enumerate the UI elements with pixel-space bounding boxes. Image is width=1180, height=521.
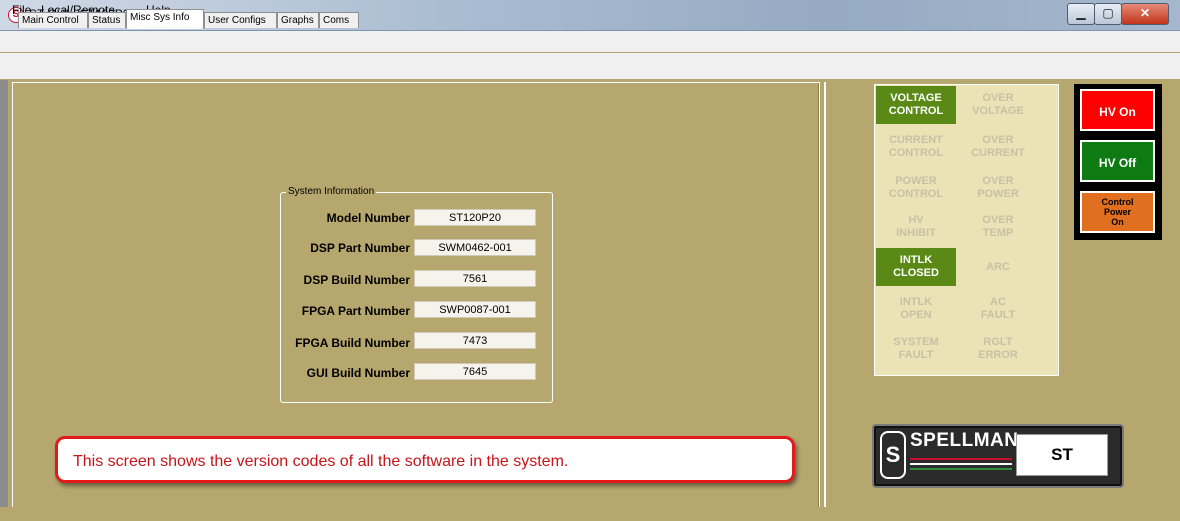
indicator-current-control: CURRENT CONTROL: [888, 134, 944, 159]
hv-on-button[interactable]: HV On: [1080, 89, 1155, 131]
indicator-voltage-control: VOLTAGE CONTROL: [876, 86, 956, 124]
indicator-over-temp: OVER TEMP: [982, 214, 1014, 239]
close-button[interactable]: ✕: [1121, 3, 1169, 25]
menu-bar: [0, 31, 1180, 52]
logo-model: ST: [1016, 434, 1108, 476]
indicator-hv-inhibit: HV INHIBIT: [896, 214, 936, 239]
model-number-value: ST120P20: [414, 209, 536, 226]
tab-coms[interactable]: Coms: [319, 12, 359, 28]
dsp-build-number-value: 7561: [414, 270, 536, 287]
indicator-over-current: OVER CURRENT: [971, 134, 1025, 159]
model-number-label: Model Number: [326, 211, 410, 225]
callout-text: This screen shows the version codes of a…: [73, 453, 569, 470]
panel-divider: [824, 82, 826, 514]
indicator-rglt-error: RGLT ERROR: [978, 336, 1018, 361]
indicator-system-fault: SYSTEM FAULT: [893, 336, 939, 361]
control-power-button[interactable]: Control Power On: [1080, 191, 1155, 233]
fpga-part-number-label: FPGA Part Number: [301, 304, 410, 318]
logo-stripes-icon: [910, 458, 1012, 470]
indicator-ac-fault: AC FAULT: [980, 296, 1016, 321]
spellman-emblem-icon: S: [880, 431, 906, 479]
window-left-edge: [0, 80, 8, 521]
fpga-build-number-value: 7473: [414, 332, 536, 349]
minimize-button[interactable]: ▁: [1067, 3, 1095, 25]
indicator-arc: ARC: [986, 260, 1010, 273]
tab-graphs[interactable]: Graphs: [277, 12, 319, 28]
tab-user-configs[interactable]: User Configs: [204, 12, 277, 28]
indicator-power-control: POWER CONTROL: [888, 175, 944, 200]
tab-strip: [0, 53, 1180, 79]
fpga-build-number-label: FPGA Build Number: [295, 336, 410, 350]
indicator-intlk-open: INTLK OPEN: [899, 296, 933, 321]
indicator-over-power: OVER POWER: [977, 175, 1019, 200]
dsp-part-number-label: DSP Part Number: [310, 241, 410, 255]
bottom-strip: [0, 507, 1180, 521]
maximize-button[interactable]: ▢: [1094, 3, 1122, 25]
group-title: System Information: [286, 186, 377, 197]
tab-misc-sys-info[interactable]: Misc Sys Info: [126, 9, 204, 29]
gui-build-number-label: GUI Build Number: [306, 366, 410, 380]
dsp-part-number-value: SWM0462-001: [414, 239, 536, 256]
fpga-part-number-value: SWP0087-001: [414, 301, 536, 318]
indicator-intlk-closed: INTLK CLOSED: [876, 248, 956, 286]
logo-brand: SPELLMAN: [910, 430, 1019, 451]
dsp-build-number-label: DSP Build Number: [303, 273, 410, 287]
indicator-over-voltage: OVER VOLTAGE: [972, 92, 1024, 117]
gui-build-number-value: 7645: [414, 363, 536, 380]
tab-status[interactable]: Status: [88, 12, 126, 28]
hv-off-button[interactable]: HV Off: [1080, 140, 1155, 182]
tab-main-control[interactable]: Main Control: [18, 12, 88, 28]
